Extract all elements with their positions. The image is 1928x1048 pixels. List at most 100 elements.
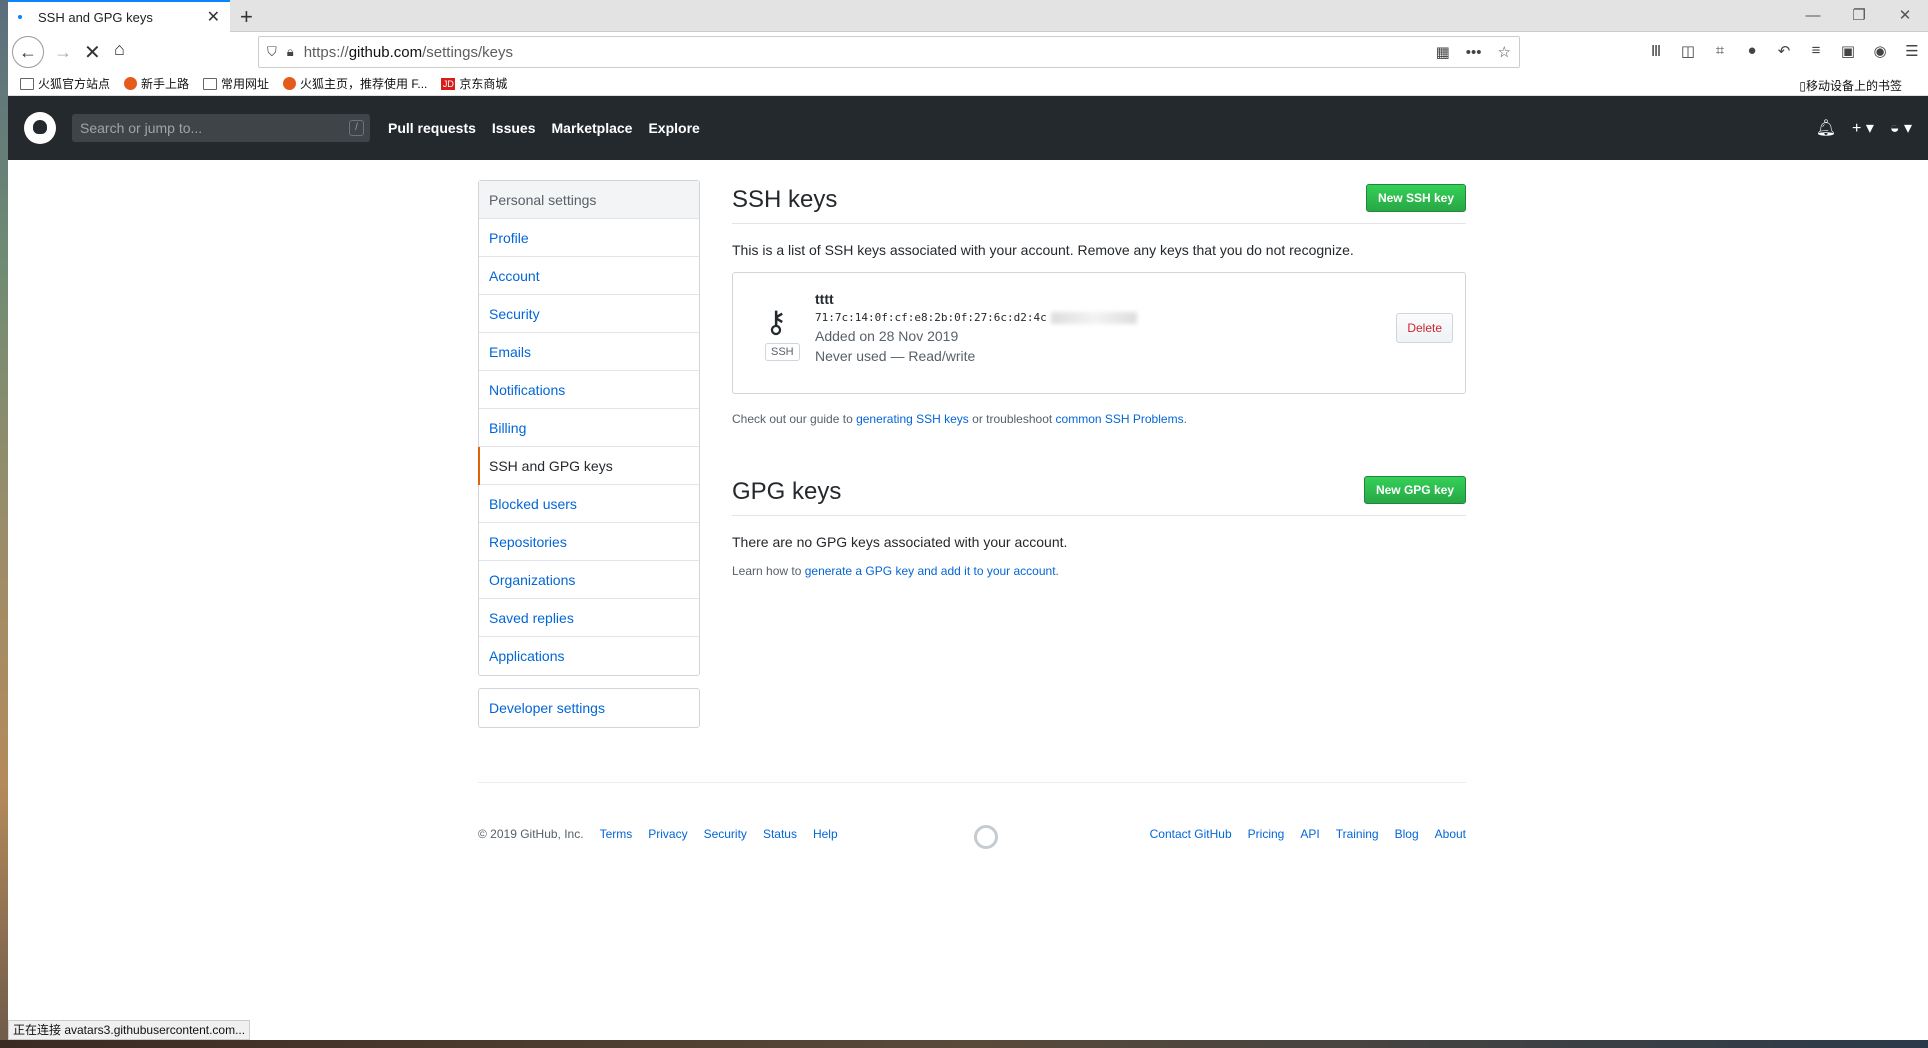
ssh-intro: This is a list of SSH keys associated wi…	[732, 242, 1354, 258]
footer-link-privacy[interactable]: Privacy	[648, 827, 687, 841]
status-bar: 正在连接 avatars3.githubusercontent.com...	[8, 1020, 251, 1040]
screenshot-icon[interactable]: ⌗	[1704, 42, 1736, 60]
footer-link-blog[interactable]: Blog	[1395, 827, 1419, 841]
sidebar-item-profile[interactable]: Profile	[479, 219, 699, 257]
footer-link-training[interactable]: Training	[1336, 827, 1379, 841]
sidebar-item-saved-replies[interactable]: Saved replies	[479, 599, 699, 637]
sidebar-icon[interactable]: ◫	[1672, 42, 1704, 60]
firefox-icon	[283, 77, 297, 90]
restore-icon[interactable]: ❐	[1836, 0, 1882, 32]
minimize-icon[interactable]: —	[1790, 0, 1836, 32]
search-input[interactable]: Search or jump to... /	[72, 114, 370, 142]
generating-ssh-keys-link[interactable]: generating SSH keys	[856, 412, 969, 426]
sidebar-item-developer-settings[interactable]: Developer settings	[479, 689, 699, 727]
nav-pull-requests[interactable]: Pull requests	[388, 120, 476, 136]
chat-icon[interactable]: ●	[1736, 42, 1768, 60]
common-ssh-problems-link[interactable]: common SSH Problems	[1056, 412, 1184, 426]
avatar-dropdown-icon[interactable]: ◒ ▾	[1890, 118, 1912, 138]
sidebar-item-applications[interactable]: Applications	[479, 637, 699, 675]
bookmark-item[interactable]: 常用网址	[203, 75, 269, 92]
browser-window: SSH and GPG keys ✕ + — ❐ ✕ ← → ✕ ⌂ ⛉ 🔒︎ …	[8, 0, 1928, 1040]
sidebar-item-organizations[interactable]: Organizations	[479, 561, 699, 599]
addon-icon[interactable]: ▣	[1832, 42, 1864, 60]
shield-icon[interactable]: ⛉	[267, 44, 277, 60]
sidebar-item-security[interactable]: Security	[479, 295, 699, 333]
mobile-bookmarks[interactable]: ▯ 移动设备上的书签	[1799, 77, 1902, 94]
developer-menu: Developer settings	[478, 688, 700, 728]
bookmarks-bar: 火狐官方站点 新手上路 常用网址 火狐主页，推荐使用 F... JD 京东商城 ▯…	[8, 72, 1928, 96]
bookmark-item[interactable]: 火狐官方站点	[20, 75, 110, 92]
new-gpg-key-button[interactable]: New GPG key	[1363, 476, 1466, 504]
footer-link-contact[interactable]: Contact GitHub	[1150, 827, 1232, 841]
nav-marketplace[interactable]: Marketplace	[552, 120, 633, 136]
delete-key-button[interactable]: Delete	[1396, 313, 1453, 343]
ssh-help-text: Check out our guide to generating SSH ke…	[732, 412, 1187, 426]
footer-link-api[interactable]: API	[1300, 827, 1319, 841]
bookmark-item[interactable]: 新手上路	[124, 75, 189, 92]
tab-ssh-gpg-keys[interactable]: SSH and GPG keys ✕	[8, 0, 230, 32]
sidebar-item-account[interactable]: Account	[479, 257, 699, 295]
github-mark-icon[interactable]	[974, 825, 998, 849]
bell-icon[interactable]: 🔔︎	[1816, 118, 1836, 138]
gpg-empty-text: There are no GPG keys associated with yo…	[732, 534, 1068, 550]
footer-link-pricing[interactable]: Pricing	[1248, 827, 1285, 841]
star-icon[interactable]: ☆	[1498, 43, 1511, 61]
footer-link-security[interactable]: Security	[704, 827, 747, 841]
footer-link-help[interactable]: Help	[813, 827, 838, 841]
home-icon[interactable]: ⌂	[114, 39, 125, 60]
sidebar-item-blocked-users[interactable]: Blocked users	[479, 485, 699, 523]
new-tab-icon[interactable]: +	[240, 4, 253, 30]
window-controls: — ❐ ✕	[1790, 0, 1928, 32]
more-icon[interactable]: •••	[1466, 44, 1482, 61]
header-actions: 🔔︎ + ▾ ◒ ▾	[1800, 118, 1912, 138]
gpg-help-text: Learn how to generate a GPG key and add …	[732, 564, 1059, 578]
desktop-edge	[0, 0, 8, 1048]
footer-link-terms[interactable]: Terms	[600, 827, 633, 841]
close-window-icon[interactable]: ✕	[1882, 0, 1928, 32]
sidebar-item-ssh-gpg-keys[interactable]: SSH and GPG keys	[478, 447, 699, 485]
sidebar-item-repositories[interactable]: Repositories	[479, 523, 699, 561]
key-details: tttt 71:7c:14:0f:cf:e8:2b:0f:27:6c:d2:4c…	[815, 291, 1137, 364]
key-usage: Never used — Read/write	[815, 348, 976, 364]
gpg-subhead: GPG keys New GPG key	[732, 472, 1466, 516]
taskbar-edge	[0, 1040, 1928, 1048]
sidebar-item-emails[interactable]: Emails	[479, 333, 699, 371]
ssh-subhead: SSH keys New SSH key	[732, 180, 1466, 224]
bookmark-item[interactable]: JD 京东商城	[441, 75, 507, 92]
plus-dropdown-icon[interactable]: + ▾	[1852, 118, 1874, 138]
back-icon[interactable]: ←	[12, 36, 44, 68]
footer-link-about[interactable]: About	[1435, 827, 1466, 841]
generate-gpg-key-link[interactable]: generate a GPG key and add it to your ac…	[805, 564, 1056, 578]
url-text[interactable]: https://github.com/settings/keys	[304, 44, 1420, 61]
footer-right: Contact GitHub Pricing API Training Blog…	[1134, 827, 1466, 841]
extension-icon[interactable]: ≡	[1800, 42, 1832, 60]
gpg-title: GPG keys	[732, 478, 842, 505]
lock-icon[interactable]: 🔒︎	[287, 44, 294, 60]
firefox-icon	[124, 77, 138, 90]
bookmark-item[interactable]: 火狐主页，推荐使用 F...	[283, 75, 427, 92]
sidebar-item-billing[interactable]: Billing	[479, 409, 699, 447]
new-ssh-key-button[interactable]: New SSH key	[1365, 184, 1466, 212]
sidebar-item-notifications[interactable]: Notifications	[479, 371, 699, 409]
nav-explore[interactable]: Explore	[648, 120, 699, 136]
github-logo-icon[interactable]	[24, 112, 56, 144]
settings-menu: Personal settings Profile Account Securi…	[478, 180, 700, 676]
key-added-date: Added on 28 Nov 2019	[815, 328, 959, 344]
library-icon[interactable]: Ⅲ	[1640, 42, 1672, 60]
footer-left: © 2019 GitHub, Inc. Terms Privacy Securi…	[478, 827, 838, 841]
menu-icon[interactable]: ☰	[1896, 42, 1928, 60]
account-icon[interactable]: ◉	[1864, 42, 1896, 60]
undo-icon[interactable]: ↶	[1768, 42, 1800, 60]
tab-strip: SSH and GPG keys ✕ + — ❐ ✕	[8, 0, 1928, 32]
url-bar[interactable]: ⛉ 🔒︎ https://github.com/settings/keys ▦ …	[258, 36, 1520, 68]
footer-link-status[interactable]: Status	[763, 827, 797, 841]
copyright: © 2019 GitHub, Inc.	[478, 827, 584, 841]
forward-icon[interactable]: →	[54, 42, 72, 63]
nav-bar: ← → ✕ ⌂ ⛉ 🔒︎ https://github.com/settings…	[8, 32, 1928, 72]
close-tab-icon[interactable]: ✕	[207, 7, 220, 27]
stop-icon[interactable]: ✕	[84, 40, 101, 65]
qr-code-icon[interactable]: ▦	[1436, 43, 1450, 61]
nav-issues[interactable]: Issues	[492, 120, 536, 136]
tab-title: SSH and GPG keys	[38, 9, 153, 25]
footer: © 2019 GitHub, Inc. Terms Privacy Securi…	[478, 782, 1466, 862]
